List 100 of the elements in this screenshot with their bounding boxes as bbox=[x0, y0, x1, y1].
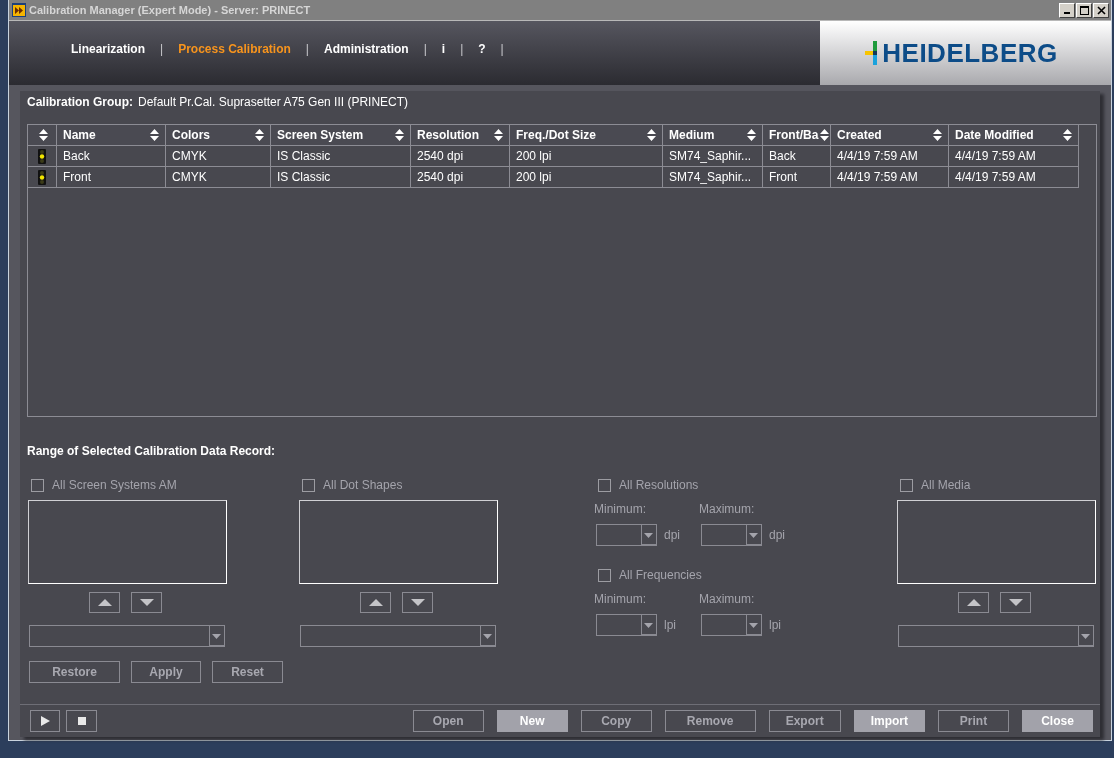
stop-button[interactable] bbox=[66, 710, 97, 732]
sort-icon bbox=[38, 129, 48, 141]
unit-label: lpi bbox=[769, 618, 781, 632]
move-up-button[interactable] bbox=[958, 592, 989, 613]
move-up-button[interactable] bbox=[89, 592, 120, 613]
nav-tab[interactable]: Process Calibration bbox=[178, 42, 291, 56]
group-value: Default Pr.Cal. Suprasetter A75 Gen III (PRINECT) bbox=[138, 95, 409, 109]
dropdown-field[interactable] bbox=[596, 524, 657, 546]
sort-icon bbox=[933, 129, 942, 141]
table-cell: 200 lpi bbox=[510, 146, 663, 167]
field-label: Maximum: bbox=[699, 502, 756, 516]
nav-tab[interactable]: Linearization bbox=[71, 42, 145, 56]
sort-icon bbox=[255, 129, 264, 141]
nav-separator: | bbox=[305, 42, 309, 56]
maximize-icon bbox=[1079, 5, 1089, 15]
move-down-button[interactable] bbox=[1000, 592, 1031, 613]
column-header[interactable]: Screen System bbox=[271, 125, 411, 146]
close-icon bbox=[1096, 5, 1106, 15]
table-cell: Front bbox=[57, 167, 166, 188]
table-cell: Back bbox=[763, 146, 831, 167]
field-label: Minimum: bbox=[594, 592, 647, 606]
column-header[interactable]: Colors bbox=[166, 125, 271, 146]
dropdown-field[interactable] bbox=[701, 524, 762, 546]
list-box[interactable] bbox=[28, 500, 227, 584]
sort-icon bbox=[647, 129, 656, 141]
traffic-light-icon bbox=[38, 169, 46, 185]
field-label: Maximum: bbox=[699, 592, 756, 606]
up-arrow-icon bbox=[368, 599, 383, 606]
nav-separator: | bbox=[500, 42, 504, 56]
column-header[interactable]: Created bbox=[831, 125, 949, 146]
dropdown-arrow-icon bbox=[641, 525, 656, 545]
minimize-button[interactable] bbox=[1059, 2, 1075, 18]
sort-icon bbox=[494, 129, 503, 141]
nav-separator: | bbox=[423, 42, 427, 56]
group-label: Calibration Group: bbox=[27, 95, 133, 109]
section-title: Range of Selected Calibration Data Record: bbox=[27, 443, 277, 459]
column-header[interactable]: Medium bbox=[663, 125, 763, 146]
unit-label: dpi bbox=[769, 528, 785, 542]
unit-label: dpi bbox=[664, 528, 680, 542]
move-up-button[interactable] bbox=[360, 592, 391, 613]
down-arrow-icon bbox=[410, 599, 425, 606]
table-cell: Back bbox=[57, 146, 166, 167]
nav-tab[interactable]: i bbox=[441, 42, 446, 56]
dropdown-arrow-icon bbox=[209, 626, 224, 646]
brand-logo: HEIDELBERG bbox=[882, 37, 1058, 69]
table-cell: 4/4/19 7:59 AM bbox=[831, 167, 949, 188]
table-cell: SM74_Saphir... bbox=[663, 167, 763, 188]
up-arrow-icon bbox=[966, 599, 981, 606]
column-header[interactable]: Name bbox=[57, 125, 166, 146]
table-cell: SM74_Saphir... bbox=[663, 146, 763, 167]
dropdown-arrow-icon bbox=[746, 525, 761, 545]
unit-label: lpi bbox=[664, 618, 676, 632]
table-cell: CMYK bbox=[166, 146, 271, 167]
column-header[interactable]: Front/Ba bbox=[763, 125, 831, 146]
dropdown-arrow-icon bbox=[746, 615, 761, 635]
dropdown-field[interactable] bbox=[898, 625, 1094, 647]
dropdown-arrow-icon bbox=[1078, 626, 1093, 646]
table-cell: IS Classic bbox=[271, 167, 411, 188]
stop-icon bbox=[77, 717, 86, 725]
column-header[interactable]: Freq./Dot Size bbox=[510, 125, 663, 146]
down-arrow-icon bbox=[139, 599, 154, 606]
table-cell: 4/4/19 7:59 AM bbox=[949, 167, 1079, 188]
nav-separator: | bbox=[460, 42, 464, 56]
app-icon bbox=[12, 3, 26, 17]
up-arrow-icon bbox=[97, 599, 112, 606]
table-cell: Front bbox=[763, 167, 831, 188]
sort-icon bbox=[150, 129, 159, 141]
checkbox-label: All Frequencies bbox=[619, 568, 702, 582]
table-cell: IS Classic bbox=[271, 146, 411, 167]
dropdown-arrow-icon bbox=[641, 615, 656, 635]
maximize-button[interactable] bbox=[1076, 2, 1092, 18]
nav-tab[interactable]: Administration bbox=[324, 42, 409, 56]
field-label: Minimum: bbox=[594, 502, 647, 516]
dropdown-field[interactable] bbox=[701, 614, 762, 636]
play-icon bbox=[40, 716, 50, 726]
table-cell: 4/4/19 7:59 AM bbox=[831, 146, 949, 167]
window-title: Calibration Manager (Expert Mode) - Server: PRINECT bbox=[29, 4, 312, 16]
table-cell: 2540 dpi bbox=[411, 167, 510, 188]
move-down-button[interactable] bbox=[131, 592, 162, 613]
list-box[interactable] bbox=[897, 500, 1096, 584]
column-header[interactable]: Date Modified bbox=[949, 125, 1079, 146]
column-header[interactable]: Resolution bbox=[411, 125, 510, 146]
close-button[interactable] bbox=[1093, 2, 1109, 18]
checkbox-label: All Media bbox=[921, 478, 971, 492]
traffic-light-icon bbox=[38, 148, 46, 164]
sort-icon bbox=[395, 129, 404, 141]
table-cell: 200 lpi bbox=[510, 167, 663, 188]
dropdown-field[interactable] bbox=[29, 625, 225, 647]
nav-tab[interactable]: ? bbox=[478, 42, 486, 56]
dropdown-field[interactable] bbox=[596, 614, 657, 636]
dropdown-field[interactable] bbox=[300, 625, 496, 647]
checkbox-label: All Screen Systems AM bbox=[52, 478, 177, 492]
column-header[interactable] bbox=[28, 125, 57, 146]
table-cell: 4/4/19 7:59 AM bbox=[949, 146, 1079, 167]
sort-icon bbox=[747, 129, 756, 141]
down-arrow-icon bbox=[1008, 599, 1023, 606]
move-down-button[interactable] bbox=[402, 592, 433, 613]
sort-icon bbox=[1063, 129, 1072, 141]
list-box[interactable] bbox=[299, 500, 498, 584]
play-button[interactable] bbox=[30, 710, 60, 732]
